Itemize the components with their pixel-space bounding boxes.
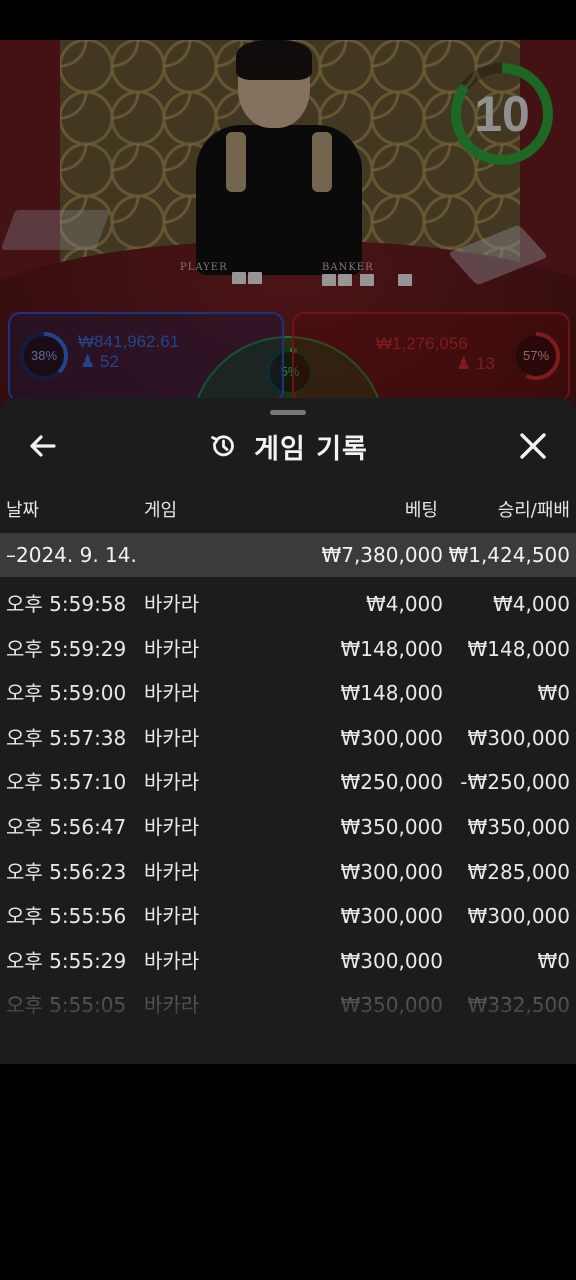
row-game: 바카라 (144, 681, 200, 706)
history-row[interactable]: 오후 5:56:23 바카라 ₩300,000 ₩285,000 (0, 850, 576, 894)
row-bet: ₩4,000 (365, 592, 443, 616)
row-time: 오후 5:56:23 (6, 859, 127, 884)
title-area: 게임 기록 (0, 422, 576, 470)
row-bet: ₩350,000 (340, 815, 443, 839)
video-dim-overlay (0, 40, 576, 440)
history-row[interactable]: 오후 5:55:56 바카라 ₩300,000 ₩300,000 (0, 894, 576, 938)
row-bet: ₩300,000 (340, 725, 443, 750)
bottom-blank-area (0, 1064, 576, 1280)
row-bet: ₩300,000 (340, 904, 443, 929)
history-icon (208, 431, 238, 461)
history-row[interactable]: 오후 5:55:05 바카라 ₩350,000 ₩332,500 (0, 983, 576, 1027)
status-bar (0, 0, 576, 40)
history-row[interactable]: 오후 5:59:00 바카라 ₩148,000 ₩0 (0, 671, 576, 715)
row-time: 오후 5:59:29 (6, 636, 127, 661)
row-game: 바카라 (144, 815, 200, 839)
row-game: 바카라 (144, 592, 200, 616)
row-game: 바카라 (144, 725, 200, 750)
history-row[interactable]: 오후 5:59:58 바카라 ₩4,000 ₩4,000 (0, 582, 576, 626)
row-game: 바카라 (144, 770, 200, 795)
column-header-bet: 베팅 (404, 500, 438, 521)
row-game: 바카라 (144, 904, 200, 929)
row-result: ₩332,500 (467, 993, 570, 1018)
row-result: ₩300,000 (467, 904, 570, 929)
column-header-game: 게임 (144, 500, 178, 521)
row-result: ₩148,000 (467, 636, 570, 661)
row-result: ₩350,000 (467, 815, 570, 839)
row-time: 오후 5:55:05 (6, 993, 127, 1018)
date-group-label: –2024. 9. 14. (6, 543, 137, 567)
row-result: ₩285,000 (467, 859, 570, 884)
back-arrow-icon (30, 435, 56, 457)
close-icon (520, 433, 546, 459)
row-bet: ₩350,000 (340, 993, 443, 1018)
row-time: 오후 5:55:56 (6, 904, 127, 929)
row-time: 오후 5:55:29 (6, 948, 127, 973)
column-header-result: 승리/패배 (497, 500, 570, 521)
date-group-row[interactable]: –2024. 9. 14. ₩7,380,000 ₩1,424,500 (0, 533, 576, 577)
row-time: 오후 5:59:58 (6, 592, 127, 616)
row-game: 바카라 (144, 948, 200, 973)
history-row[interactable]: 오후 5:57:10 바카라 ₩250,000 -₩250,000 (0, 760, 576, 804)
row-game: 바카라 (144, 636, 200, 661)
row-bet: ₩300,000 (340, 859, 443, 884)
row-bet: ₩148,000 (340, 636, 443, 661)
row-time: 오후 5:57:10 (6, 770, 127, 795)
page-title: 게임 기록 (254, 433, 368, 465)
game-history-sheet: 게임 기록 날짜 게임 베팅 승리/패배 –2024. 9. 14. ₩7,38… (0, 398, 576, 1064)
back-button[interactable] (24, 424, 64, 468)
column-header-date: 날짜 (6, 500, 40, 521)
row-result: ₩4,000 (492, 592, 570, 616)
row-result: -₩250,000 (460, 770, 570, 795)
history-row[interactable]: 오후 5:57:38 바카라 ₩300,000 ₩300,000 (0, 716, 576, 760)
row-game: 바카라 (144, 859, 200, 884)
row-result: ₩0 (537, 681, 571, 706)
row-result: ₩0 (537, 948, 571, 973)
row-time: 오후 5:56:47 (6, 815, 127, 839)
row-game: 바카라 (144, 993, 200, 1018)
row-time: 오후 5:57:38 (6, 725, 127, 750)
row-bet: ₩148,000 (340, 681, 443, 706)
history-row[interactable]: 오후 5:55:29 바카라 ₩300,000 ₩0 (0, 939, 576, 983)
drag-handle[interactable] (270, 410, 306, 415)
date-group-result-total: ₩1,424,500 (448, 543, 570, 567)
row-time: 오후 5:59:00 (6, 681, 127, 706)
row-bet: ₩250,000 (340, 770, 443, 795)
close-button[interactable] (512, 424, 554, 468)
history-list: 오후 5:59:58 바카라 ₩4,000 ₩4,000 오후 5:59:29 바카라 ₩1… (0, 582, 576, 1032)
history-row[interactable]: 오후 5:56:47 바카라 ₩350,000 ₩350,000 (0, 805, 576, 849)
history-row[interactable]: 오후 5:59:29 바카라 ₩148,000 ₩148,000 (0, 627, 576, 671)
row-bet: ₩300,000 (340, 948, 443, 973)
row-result: ₩300,000 (467, 725, 570, 750)
sheet-header: 게임 기록 (0, 422, 576, 470)
date-group-bet-total: ₩7,380,000 (321, 543, 443, 567)
